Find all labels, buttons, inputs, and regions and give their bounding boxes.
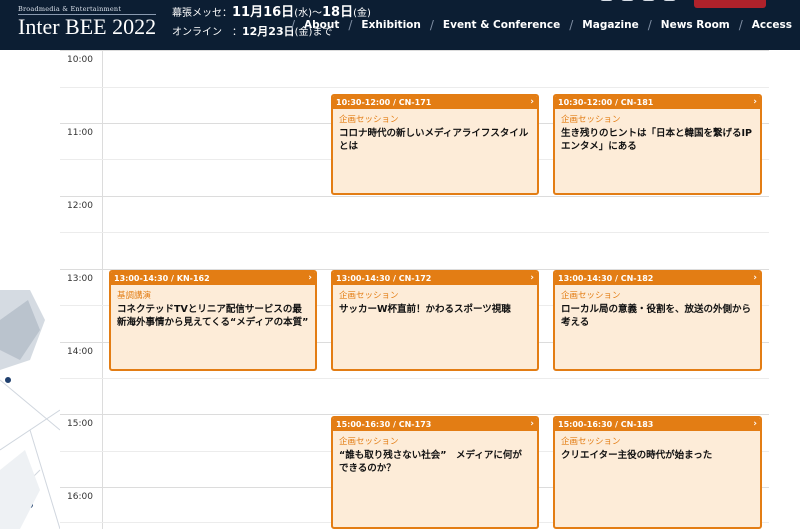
session-title: コロナ時代の新しいメディアライフスタイルとは: [339, 128, 529, 152]
grid-line-half: [60, 378, 769, 379]
time-label: 13:00: [67, 274, 93, 284]
nav-event-conference[interactable]: / Event & Conference: [430, 18, 560, 32]
time-label: 12:00: [67, 201, 93, 211]
chevron-right-icon: ›: [753, 419, 757, 429]
session-category: 企画セッション: [561, 115, 621, 125]
nav-access[interactable]: / Access: [739, 18, 792, 32]
session-title: サッカーW杯直前！かわるスポーツ視聴: [339, 304, 511, 315]
chevron-right-icon: ›: [753, 273, 757, 283]
grid-line: [60, 50, 769, 51]
session-title: 生き残りのヒントは「日本と韓国を繋げるIPエンタメ」にある: [561, 128, 752, 152]
time-label: 14:00: [67, 347, 93, 357]
logo-text: Inter BEE 2022: [18, 14, 157, 39]
main-nav: / About / Exhibition / Event & Conference /…: [282, 16, 800, 34]
time-column-divider: [102, 50, 103, 529]
facebook-icon[interactable]: [600, 0, 613, 1]
session-category: 企画セッション: [339, 115, 399, 125]
nav-separator: /: [429, 18, 434, 32]
nav-separator: /: [290, 18, 296, 32]
session-card[interactable]: 15:00-16:30 / CN-173 › 企画セッション “誰も取り残さない社…: [331, 416, 539, 529]
session-time-code: 10:30-12:00 / CN-181 ›: [555, 96, 760, 109]
session-card[interactable]: 13:00-14:30 / CN-172 › 企画セッション サッカーW杯直前！か…: [331, 270, 539, 371]
logo[interactable]: Broadmedia & Entertainment Inter BEE 202…: [18, 5, 157, 39]
session-category: 企画セッション: [339, 437, 399, 447]
session-time-code: 13:00-14:30 / KN-162 ›: [111, 272, 315, 285]
time-label: 11:00: [67, 128, 93, 138]
session-title: クリエイター主役の時代が始まった: [561, 450, 713, 461]
nav-separator: /: [738, 18, 743, 32]
session-title: “誰も取り残さない社会” メディアに何ができるのか？: [339, 450, 522, 474]
chevron-right-icon: ›: [530, 97, 534, 107]
session-category: 企画セッション: [561, 437, 621, 447]
session-category: 基調講演: [117, 291, 152, 301]
time-label: 16:00: [67, 492, 93, 502]
nav-separator: /: [348, 18, 353, 32]
session-title: コネクテッドTVとリニア配信サービスの最新海外事情から見えてくる“メディアの本質…: [117, 304, 309, 328]
decorative-pattern: [0, 290, 60, 529]
session-category: 企画セッション: [561, 291, 621, 301]
grid-line: [60, 196, 769, 197]
session-card[interactable]: 15:00-16:30 / CN-183 › 企画セッション クリエイター主役の時…: [553, 416, 762, 529]
login-button[interactable]: [694, 0, 766, 8]
nav-about[interactable]: / About: [291, 18, 339, 32]
session-title: ローカル局の意義・役割を、放送の外側から考える: [561, 304, 752, 328]
session-time-code: 13:00-14:30 / CN-172 ›: [333, 272, 537, 285]
time-label: 15:00: [67, 419, 93, 429]
chevron-right-icon: ›: [308, 273, 312, 283]
chevron-right-icon: ›: [530, 273, 534, 283]
nav-magazine[interactable]: / Magazine: [569, 18, 639, 32]
instagram-icon[interactable]: [642, 0, 655, 1]
session-category: 企画セッション: [339, 291, 399, 301]
grid-line: [60, 414, 769, 415]
nav-news-room[interactable]: / News Room: [648, 18, 730, 32]
nav-exhibition[interactable]: / Exhibition: [348, 18, 421, 32]
nav-separator: /: [569, 18, 574, 32]
site-header: Broadmedia & Entertainment Inter BEE 202…: [0, 0, 800, 50]
session-card[interactable]: 10:30-12:00 / CN-181 › 企画セッション 生き残りのヒントは「…: [553, 94, 762, 195]
session-time-code: 13:00-14:30 / CN-182 ›: [555, 272, 760, 285]
grid-line-half: [60, 87, 769, 88]
session-card[interactable]: 13:00-14:30 / KN-162 › 基調講演 コネクテッドTVとリニア配…: [109, 270, 317, 371]
chevron-right-icon: ›: [753, 97, 757, 107]
chevron-right-icon: ›: [530, 419, 534, 429]
session-card[interactable]: 13:00-14:30 / CN-182 › 企画セッション ローカル局の意義・役…: [553, 270, 762, 371]
twitter-icon[interactable]: [621, 0, 634, 1]
social-links: [600, 0, 676, 1]
time-label: 10:00: [67, 55, 93, 65]
session-time-code: 15:00-16:30 / CN-173 ›: [333, 418, 537, 431]
session-card[interactable]: 10:30-12:00 / CN-171 › 企画セッション コロナ時代の新しいメ…: [331, 94, 539, 195]
grid-line-half: [60, 232, 769, 233]
session-time-code: 10:30-12:00 / CN-171 ›: [333, 96, 537, 109]
youtube-icon[interactable]: [663, 0, 676, 1]
nav-separator: /: [647, 18, 652, 32]
session-time-code: 15:00-16:30 / CN-183 ›: [555, 418, 760, 431]
